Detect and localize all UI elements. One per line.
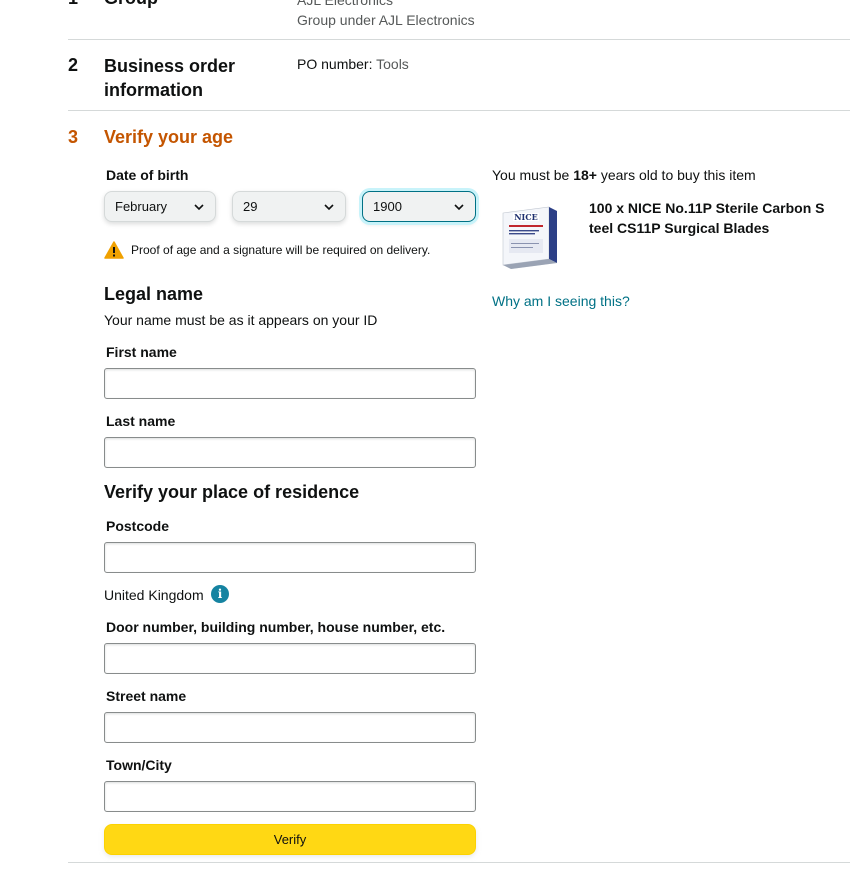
product-image: NICE (502, 206, 557, 269)
dob-day-value: 29 (243, 199, 258, 214)
postcode-input[interactable] (104, 542, 476, 573)
step-title-business-order: Business order information (104, 54, 235, 102)
chevron-down-icon (324, 203, 334, 210)
street-name-input[interactable] (104, 712, 476, 743)
step-number-3: 3 (68, 127, 79, 147)
age-requirement-text: You must be 18+ years old to buy this it… (492, 167, 756, 183)
chevron-down-icon (454, 203, 464, 210)
last-name-input[interactable] (104, 437, 476, 468)
dob-month-value: February (115, 199, 168, 214)
first-name-label: First name (106, 344, 177, 360)
po-number-value: Tools (376, 56, 409, 72)
step-title-line-1: Business order (104, 56, 236, 76)
dob-year-select[interactable]: 1900 (362, 191, 476, 222)
dob-month-select[interactable]: February (104, 191, 216, 222)
last-name-label: Last name (106, 413, 176, 429)
street-name-label: Street name (106, 688, 187, 704)
step-title-line-2: information (104, 80, 203, 100)
town-city-label: Town/City (106, 757, 172, 773)
po-number-line: PO number: Tools (297, 56, 409, 72)
legal-name-subtext: Your name must be as it appears on your … (104, 312, 378, 328)
step-title-group: Group (104, 0, 158, 9)
age-suffix: years old to buy this item (596, 167, 756, 183)
divider (68, 110, 850, 111)
product-box-brand: NICE (514, 212, 538, 222)
group-subtitle: Group under AJL Electronics (297, 12, 475, 28)
age-value: 18+ (573, 167, 597, 183)
legal-name-heading: Legal name (104, 284, 204, 304)
warning-triangle-icon (104, 241, 124, 259)
dob-label: Date of birth (106, 167, 189, 183)
door-number-input[interactable] (104, 643, 476, 674)
postcode-label: Postcode (106, 518, 170, 534)
why-seeing-this-link[interactable]: Why am I seeing this? (492, 293, 630, 309)
dob-day-select[interactable]: 29 (232, 191, 346, 222)
product-title[interactable]: 100 x NICE No.11P Sterile Carbon Steel C… (589, 198, 829, 238)
town-city-input[interactable] (104, 781, 476, 812)
chevron-down-icon (194, 203, 204, 210)
dob-year-value: 1900 (373, 199, 402, 214)
country-text: United Kingdom (104, 587, 204, 603)
residence-heading: Verify your place of residence (104, 482, 360, 502)
divider (68, 39, 850, 40)
po-number-label: PO number: (297, 56, 373, 72)
group-value: AJL Electronics (297, 0, 393, 8)
first-name-input[interactable] (104, 368, 476, 399)
step-number-2: 2 (68, 55, 79, 75)
step-number-1: 1 (68, 0, 78, 9)
delivery-warning-text: Proof of age and a signature will be req… (131, 243, 431, 257)
divider (68, 862, 850, 863)
door-number-label: Door number, building number, house numb… (106, 619, 446, 635)
step-title-verify-age: Verify your age (104, 127, 234, 147)
verify-button[interactable]: Verify (104, 824, 476, 855)
age-prefix: You must be (492, 167, 574, 183)
info-icon[interactable]: i (211, 585, 229, 603)
